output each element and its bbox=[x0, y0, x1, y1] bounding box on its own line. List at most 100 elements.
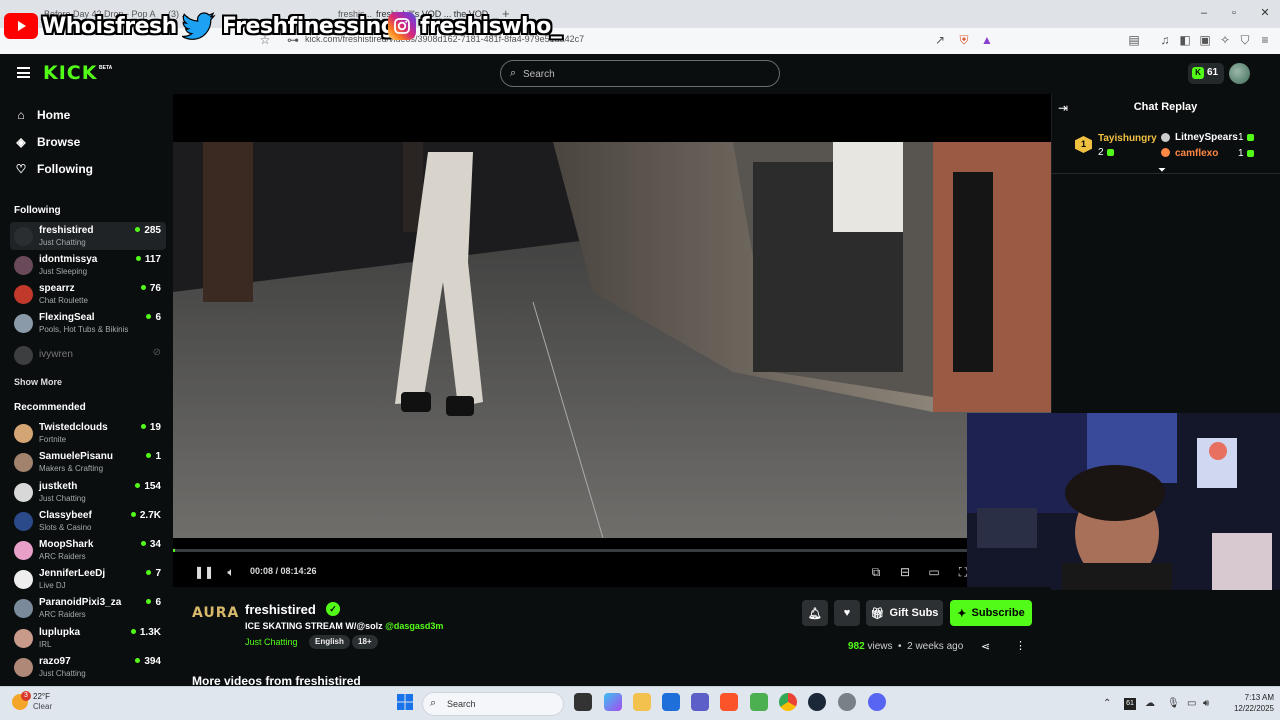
channel-name[interactable]: freshistired bbox=[245, 602, 316, 617]
channel-logo[interactable]: AURA bbox=[192, 605, 239, 621]
more-options-icon[interactable]: ⋮ bbox=[1015, 639, 1026, 652]
brave-browser-icon[interactable] bbox=[720, 693, 738, 711]
task-view-icon[interactable] bbox=[574, 693, 592, 711]
clip-icon[interactable]: ⊟ bbox=[898, 565, 912, 579]
nav-home[interactable]: ⌂ Home bbox=[14, 108, 70, 122]
leo-ai-icon[interactable]: ✧ bbox=[1218, 33, 1232, 47]
instagram-icon bbox=[388, 12, 416, 40]
subscribe-button[interactable]: ✦ Subscribe bbox=[950, 600, 1032, 626]
copilot-icon[interactable] bbox=[604, 693, 622, 711]
channel-points[interactable]: K 61 bbox=[1188, 63, 1224, 84]
avatar bbox=[14, 658, 33, 677]
following-header: Following bbox=[14, 205, 61, 216]
temperature: 22°F bbox=[33, 692, 50, 701]
instagram-handle: freshiswho_ bbox=[420, 13, 562, 39]
windows-start-icon[interactable] bbox=[396, 693, 414, 711]
sidebar-channel[interactable]: justketh Just Chatting 154 bbox=[10, 478, 166, 506]
close-icon[interactable]: ✕ bbox=[1258, 6, 1272, 20]
nav-following[interactable]: ♡ Following bbox=[14, 162, 93, 176]
system-clock[interactable]: 7:13 AM 12/22/2025 bbox=[1218, 692, 1274, 714]
category-link[interactable]: Just Chatting bbox=[245, 637, 298, 647]
gifter-name[interactable]: camflexo bbox=[1175, 148, 1218, 159]
twitter-overlay: Freshfinessing bbox=[180, 8, 396, 44]
vpn-icon[interactable]: ⛉ bbox=[1238, 33, 1252, 47]
notification-bell-button[interactable]: 🔔︎ bbox=[802, 600, 828, 626]
maximize-icon[interactable]: ▫ bbox=[1227, 6, 1241, 20]
chat-divider bbox=[1051, 173, 1280, 174]
microphone-icon[interactable]: 🎙︎ bbox=[1167, 698, 1180, 709]
menu-icon[interactable]: ≡ bbox=[1258, 33, 1272, 47]
avatar bbox=[14, 629, 33, 648]
user-avatar[interactable] bbox=[1229, 63, 1250, 84]
sidebar-channel[interactable]: FlexingSeal Pools, Hot Tubs & Bikinis 6 bbox=[10, 309, 166, 337]
monitor-icon[interactable]: ▭ bbox=[1187, 698, 1196, 709]
gifter-name[interactable]: LitneySpears bbox=[1175, 132, 1238, 143]
minimize-icon[interactable]: – bbox=[1197, 6, 1211, 20]
points-count: 61 bbox=[1207, 67, 1219, 78]
expand-gifters-icon[interactable]: ⏷ bbox=[1158, 165, 1166, 176]
steam-icon[interactable] bbox=[808, 693, 826, 711]
kick-logo[interactable]: KICK bbox=[43, 62, 97, 84]
gifter-count: 1 bbox=[1235, 132, 1254, 143]
tag-18plus[interactable]: 18+ bbox=[352, 635, 378, 649]
share-icon[interactable]: ↗ bbox=[933, 33, 947, 47]
sidebar-channel[interactable]: Classybeef Slots & Casino 2.7K bbox=[10, 507, 166, 535]
progress-bar[interactable] bbox=[173, 549, 1051, 552]
channel-category: ARC Raiders bbox=[39, 610, 86, 619]
media-icon[interactable]: ♫ bbox=[1158, 33, 1172, 47]
brave-shield-icon[interactable]: ⛨ bbox=[957, 33, 971, 47]
sidebar-channel[interactable]: JenniferLeeDj Live DJ 7 bbox=[10, 565, 166, 593]
sidebar-channel[interactable]: Twistedclouds Fortnite 19 bbox=[10, 419, 166, 447]
speaker-icon[interactable]: 🔊︎ bbox=[1203, 698, 1209, 709]
sidebar-channel[interactable]: ParanoidPixi3_za ARC Raiders 6 bbox=[10, 594, 166, 622]
twitter-handle: Freshfinessing bbox=[222, 13, 396, 39]
stream-title-mention[interactable]: @dasgasd3m bbox=[385, 621, 443, 631]
file-explorer-icon[interactable] bbox=[633, 693, 651, 711]
avatar bbox=[14, 541, 33, 560]
miniplayer-icon[interactable]: ⧉ bbox=[869, 565, 883, 579]
tag-english[interactable]: English bbox=[309, 635, 350, 649]
chrome-icon[interactable] bbox=[779, 693, 797, 711]
theater-mode-icon[interactable]: ▭ bbox=[927, 565, 941, 579]
sidebar-toggle-icon[interactable]: ◧ bbox=[1178, 33, 1192, 47]
volume-icon[interactable]: 🔈︎ bbox=[224, 565, 238, 579]
playback-time: 00:08 / 08:14:26 bbox=[250, 566, 317, 576]
tray-app-icon[interactable]: 61 bbox=[1124, 698, 1136, 710]
microsoft-store-icon[interactable] bbox=[662, 693, 680, 711]
verified-icon: ✓ bbox=[326, 602, 340, 616]
video-frame[interactable] bbox=[173, 142, 1051, 538]
sidebar-channel[interactable]: luplupka IRL 1.3K bbox=[10, 624, 166, 652]
taskbar-search[interactable]: ⌕ Search bbox=[422, 692, 564, 716]
sidebar-channel[interactable]: idontmissya Just Sleeping 117 bbox=[10, 251, 166, 279]
app-icon[interactable] bbox=[750, 693, 768, 711]
sidebar-channel-offline[interactable]: ivywren ⊘ bbox=[10, 341, 166, 369]
share-icon[interactable]: ⋖ bbox=[981, 640, 990, 653]
channel-name: ParanoidPixi3_za bbox=[39, 597, 122, 608]
gift-subs-button[interactable]: 🎁︎ Gift Subs bbox=[866, 600, 943, 626]
stream-title-text: ICE SKATING STREAM W/@solz bbox=[245, 621, 383, 631]
youtube-overlay: Whoisfresh bbox=[4, 8, 177, 44]
tray-overflow-icon[interactable]: ⌃ bbox=[1103, 698, 1111, 709]
settings-icon[interactable] bbox=[838, 693, 856, 711]
sidebar-channel[interactable]: spearrz Chat Roulette 76 bbox=[10, 280, 166, 308]
network-icon[interactable]: ☁ bbox=[1145, 698, 1155, 709]
wallet-icon[interactable]: ▣ bbox=[1198, 33, 1212, 47]
reader-icon[interactable]: ▤ bbox=[1127, 33, 1141, 47]
show-more-link[interactable]: Show More bbox=[14, 377, 62, 387]
discord-icon[interactable] bbox=[868, 693, 886, 711]
nav-browse[interactable]: ◈ Browse bbox=[14, 135, 80, 149]
follow-button[interactable]: ♥ bbox=[834, 600, 860, 626]
hamburger-menu-icon[interactable] bbox=[17, 67, 30, 78]
pause-icon[interactable]: ❚❚ bbox=[194, 565, 214, 579]
teams-icon[interactable] bbox=[691, 693, 709, 711]
recommended-header: Recommended bbox=[14, 402, 86, 413]
brave-rewards-icon[interactable]: ▲ bbox=[980, 33, 994, 47]
gifter-name[interactable]: Tayishungry bbox=[1098, 133, 1157, 144]
stream-title: ICE SKATING STREAM W/@solz @dasgasd3m bbox=[245, 621, 443, 631]
sidebar-channel[interactable]: razo97 Just Chatting 394 bbox=[10, 653, 166, 681]
sidebar-channel[interactable]: MoopShark ARC Raiders 34 bbox=[10, 536, 166, 564]
search-bar[interactable]: ⌕ bbox=[500, 60, 780, 87]
search-input[interactable] bbox=[523, 66, 763, 82]
sidebar-channel[interactable]: SamuelePisanu Makers & Crafting 1 bbox=[10, 448, 166, 476]
sidebar-channel[interactable]: freshistired Just Chatting 285 bbox=[10, 222, 166, 250]
